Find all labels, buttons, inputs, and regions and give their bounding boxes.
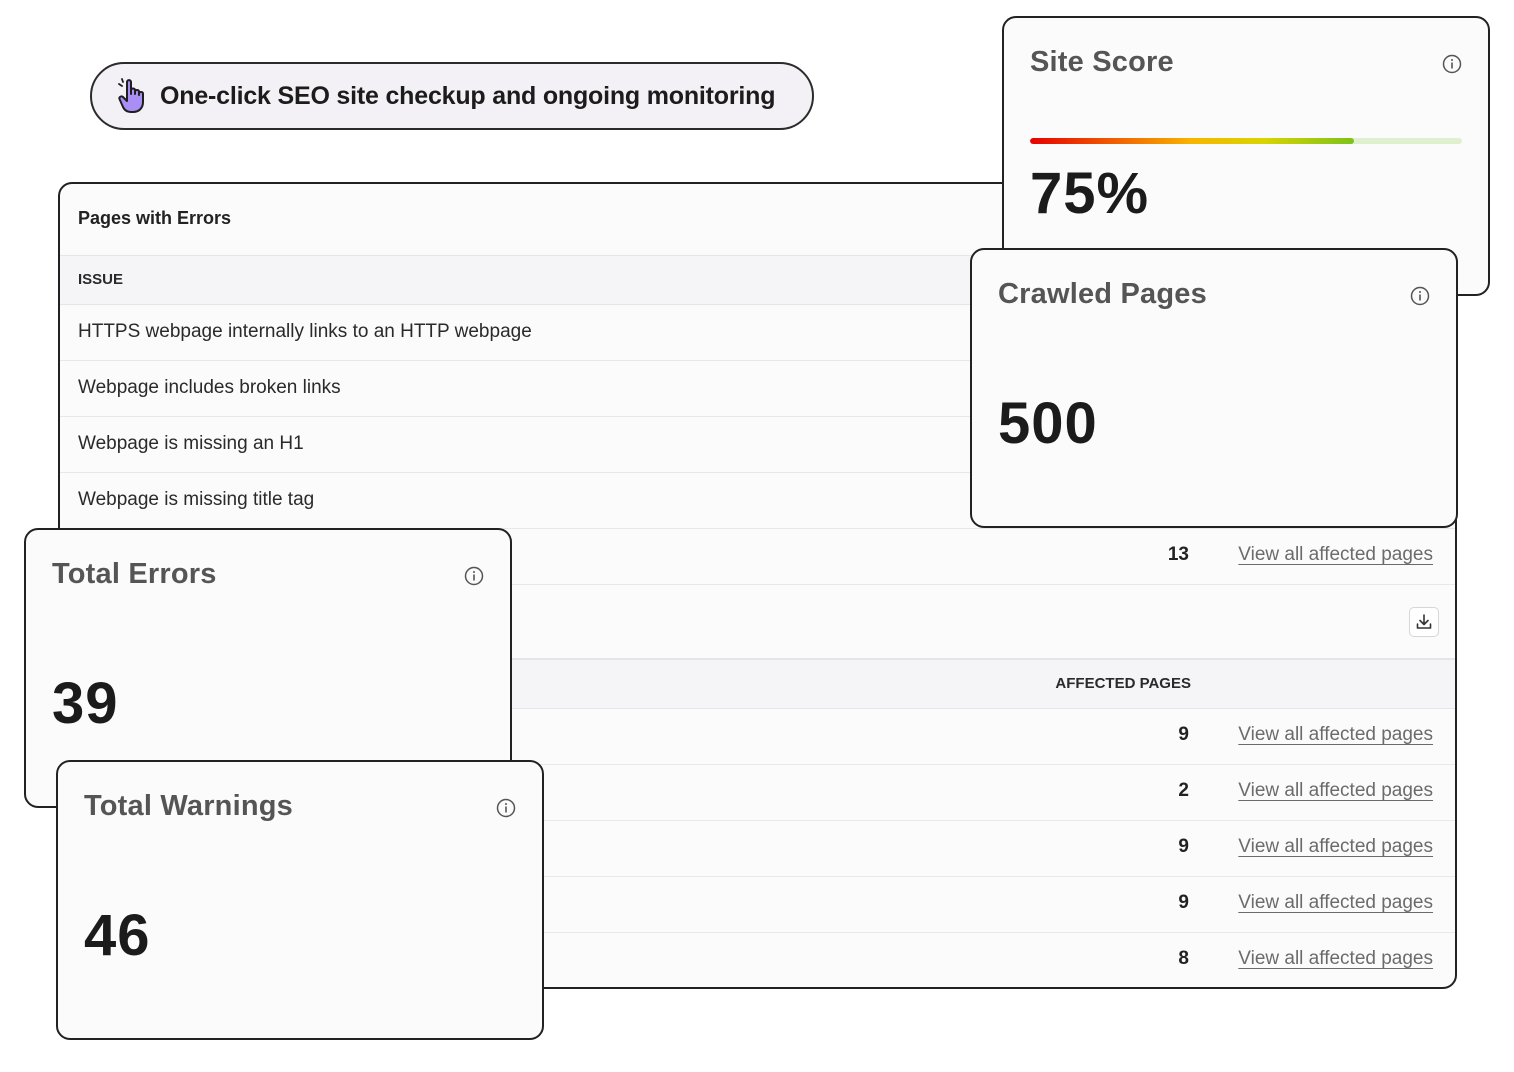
feature-banner: One-click SEO site checkup and ongoing m… (90, 62, 814, 130)
view-affected-pages-link[interactable]: View all affected pages (1238, 544, 1433, 566)
view-affected-pages-link[interactable]: View all affected pages (1238, 836, 1433, 858)
card-title: Total Errors (52, 558, 217, 590)
total-warnings-value: 46 (84, 903, 151, 968)
crawled-pages-value: 500 (998, 391, 1098, 456)
total-warnings-card: Total Warnings 46 (56, 760, 544, 1040)
issue-text: Webpage is missing an H1 (78, 433, 304, 454)
banner-text: One-click SEO site checkup and ongoing m… (160, 81, 776, 110)
affected-count: 9 (1178, 892, 1189, 913)
issue-text: HTTPS webpage internally links to an HTT… (78, 321, 532, 342)
view-affected-pages-link[interactable]: View all affected pages (1238, 780, 1433, 802)
download-button[interactable] (1409, 607, 1439, 637)
crawled-pages-card: Crawled Pages 500 (970, 248, 1458, 528)
pointer-hand-icon (116, 78, 144, 113)
score-value: 75% (1030, 161, 1150, 226)
card-title: Site Score (1030, 46, 1174, 78)
column-affected-pages: AFFECTED PAGES (1055, 675, 1191, 692)
card-title: Total Warnings (84, 790, 294, 822)
info-icon[interactable] (464, 566, 484, 586)
info-icon[interactable] (496, 798, 516, 818)
card-title: Crawled Pages (998, 278, 1207, 310)
score-progress-bar (1030, 138, 1462, 144)
issue-text: Webpage is missing title tag (78, 489, 315, 510)
download-icon (1416, 614, 1432, 629)
info-icon[interactable] (1410, 286, 1430, 306)
affected-count: 9 (1178, 724, 1189, 745)
total-errors-value: 39 (52, 671, 119, 736)
affected-count: 9 (1178, 836, 1189, 857)
view-affected-pages-link[interactable]: View all affected pages (1238, 892, 1433, 914)
score-progress-fill (1030, 138, 1354, 144)
panel-title: Pages with Errors (78, 208, 232, 228)
view-affected-pages-link[interactable]: View all affected pages (1238, 724, 1433, 746)
affected-count: 13 (1167, 544, 1189, 565)
column-issue: ISSUE (78, 271, 124, 288)
view-affected-pages-link[interactable]: View all affected pages (1238, 948, 1433, 970)
issue-text: Webpage includes broken links (78, 377, 341, 398)
affected-count: 2 (1178, 780, 1189, 801)
affected-count: 8 (1178, 948, 1189, 969)
info-icon[interactable] (1442, 54, 1462, 74)
